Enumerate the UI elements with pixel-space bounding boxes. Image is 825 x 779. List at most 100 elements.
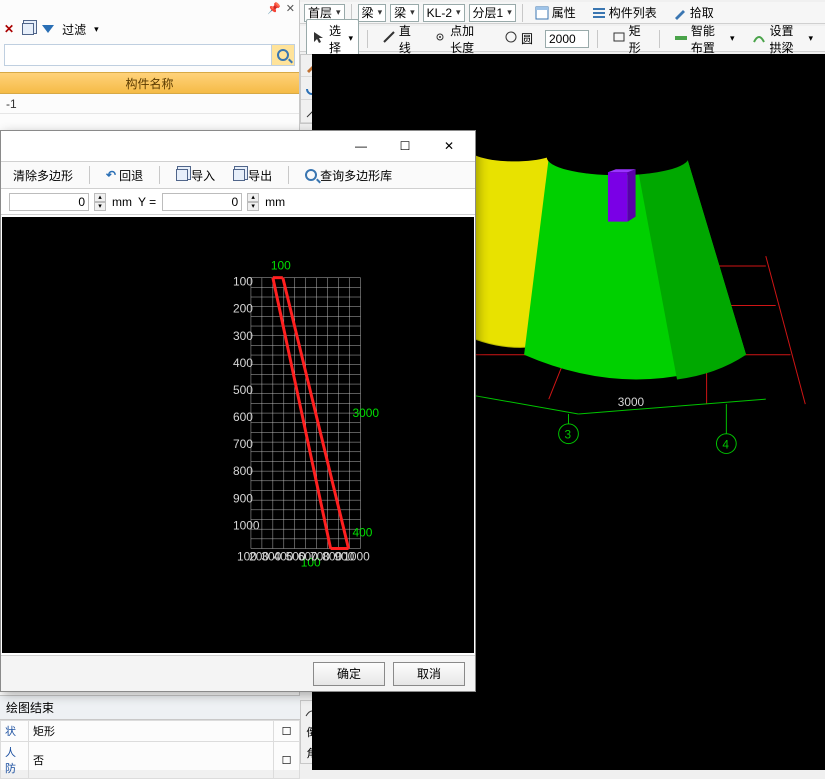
separator [522, 4, 523, 22]
close-icon[interactable]: ✕ [286, 2, 295, 15]
y-input[interactable] [162, 193, 242, 211]
filter-label: 过滤 [62, 21, 86, 38]
chevron-down-icon[interactable]: ▾ [94, 24, 99, 35]
svg-text:800: 800 [233, 464, 253, 478]
svg-text:1000: 1000 [233, 518, 260, 532]
svg-text:300: 300 [233, 329, 253, 343]
ok-button[interactable]: 确定 [313, 662, 385, 686]
x-input[interactable] [9, 193, 89, 211]
prop-key: 状 [1, 721, 29, 742]
delete-icon[interactable]: ✕ [4, 22, 14, 36]
chevron-down-icon: ▾ [808, 33, 813, 44]
axis-number: 3 [565, 428, 572, 442]
svg-text:600: 600 [233, 410, 253, 424]
arch-beam-button[interactable]: 设置拱梁▾ [746, 19, 819, 59]
chevron-down-icon: ▾ [507, 7, 512, 18]
list-toolbar: ✕ 过滤 ▾ [4, 18, 295, 40]
search-button[interactable] [271, 44, 295, 66]
pin-icon[interactable]: 📌 [267, 2, 281, 15]
chevron-down-icon: ▾ [378, 7, 383, 18]
export-icon [233, 169, 245, 181]
smart-layout-button[interactable]: 智能布置▾ [668, 19, 741, 59]
circle-button[interactable]: 圆 [498, 27, 539, 50]
dim-text: 3000 [618, 395, 645, 409]
distance-input[interactable] [545, 30, 589, 48]
spin-down-icon[interactable]: ▾ [94, 202, 106, 211]
clear-label: 清除多边形 [13, 167, 73, 184]
properties-button[interactable]: 属性 [529, 3, 582, 23]
table-row: 人防 否 ☐ [1, 742, 300, 779]
separator [659, 30, 660, 48]
import-label: 导入 [191, 167, 215, 184]
checkbox-cell[interactable]: ☐ [274, 742, 300, 779]
axis-number: 4 [722, 438, 729, 452]
point-length-label: 点加长度 [450, 22, 486, 56]
minimize-button[interactable]: — [339, 132, 383, 160]
svg-text:500: 500 [233, 383, 253, 397]
line-icon [382, 30, 396, 47]
props-table: 状 矩形 ☐ 人防 否 ☐ [0, 720, 300, 779]
cursor-icon [312, 30, 326, 47]
rect-button[interactable]: 矩形 [606, 19, 651, 59]
unit-label: mm [112, 195, 132, 209]
prop-value[interactable]: 否 [29, 742, 274, 779]
undo-button[interactable]: ↶回退 [102, 165, 147, 186]
dialog-titlebar[interactable]: — ☐ ✕ [1, 131, 475, 161]
filter-icon[interactable] [42, 25, 54, 33]
eyedropper-icon [673, 6, 687, 20]
maximize-button[interactable]: ☐ [383, 132, 427, 160]
table-row: 状 矩形 ☐ [1, 721, 300, 742]
export-button[interactable]: 导出 [229, 165, 276, 186]
category1-label: 梁 [362, 4, 374, 21]
copy-icon[interactable] [22, 23, 34, 35]
clear-polygon-button[interactable]: 清除多边形 [9, 165, 77, 186]
dim-label: 3000 [353, 406, 380, 420]
polygon-editor-dialog: — ☐ ✕ 清除多边形 ↶回退 导入 导出 查询多边形库 ▴▾ mm Y = ▴… [0, 130, 476, 692]
point-icon [433, 30, 447, 47]
prop-value[interactable]: 矩形 [29, 721, 274, 742]
undo-label: 回退 [119, 167, 143, 184]
spin-down-icon[interactable]: ▾ [247, 202, 259, 211]
properties-label: 属性 [552, 4, 576, 21]
undo-icon: ↶ [106, 168, 116, 182]
cancel-button[interactable]: 取消 [393, 662, 465, 686]
arch-icon [752, 30, 766, 47]
column-header[interactable]: 构件名称 [0, 72, 299, 94]
separator [597, 30, 598, 48]
point-length-button[interactable]: 点加长度 [427, 19, 492, 59]
smart-label: 智能布置 [691, 22, 725, 56]
x-spinner[interactable]: ▴▾ [94, 193, 106, 211]
svg-text:400: 400 [233, 356, 253, 370]
spin-up-icon[interactable]: ▴ [247, 193, 259, 202]
query-library-button[interactable]: 查询多边形库 [301, 165, 396, 186]
dialog-button-row: 确定 取消 [1, 655, 475, 691]
y-spinner[interactable]: ▴▾ [247, 193, 259, 211]
circle-icon [504, 30, 518, 47]
import-icon [176, 169, 188, 181]
y-label: Y = [138, 195, 156, 209]
search-icon [277, 49, 289, 61]
checkbox-cell[interactable]: ☐ [274, 721, 300, 742]
close-button[interactable]: ✕ [427, 132, 471, 160]
list-icon [592, 6, 606, 20]
svg-text:900: 900 [233, 491, 253, 505]
polygon-canvas[interactable]: 100 3000 400 100 10020030040050060070080… [2, 217, 474, 653]
line-button[interactable]: 直线 [376, 19, 421, 59]
spin-up-icon[interactable]: ▴ [94, 193, 106, 202]
search-input[interactable] [4, 44, 271, 66]
circle-label: 圆 [521, 30, 533, 47]
properties-icon [535, 6, 549, 20]
chevron-down-icon: ▾ [336, 7, 341, 18]
import-button[interactable]: 导入 [172, 165, 219, 186]
svg-text:200: 200 [233, 302, 253, 316]
separator [367, 30, 368, 48]
dim-label: 400 [353, 526, 373, 540]
select-button[interactable]: 选择▾ [306, 19, 359, 59]
rect-icon [612, 30, 626, 47]
separator [89, 166, 90, 184]
list-item[interactable]: -1 [0, 94, 299, 114]
svg-text:1000: 1000 [343, 549, 370, 563]
separator [288, 166, 289, 184]
draw-result-panel: 绘图结束 状 矩形 ☐ 人防 否 ☐ [0, 695, 300, 770]
select-label: 选择 [329, 22, 344, 56]
